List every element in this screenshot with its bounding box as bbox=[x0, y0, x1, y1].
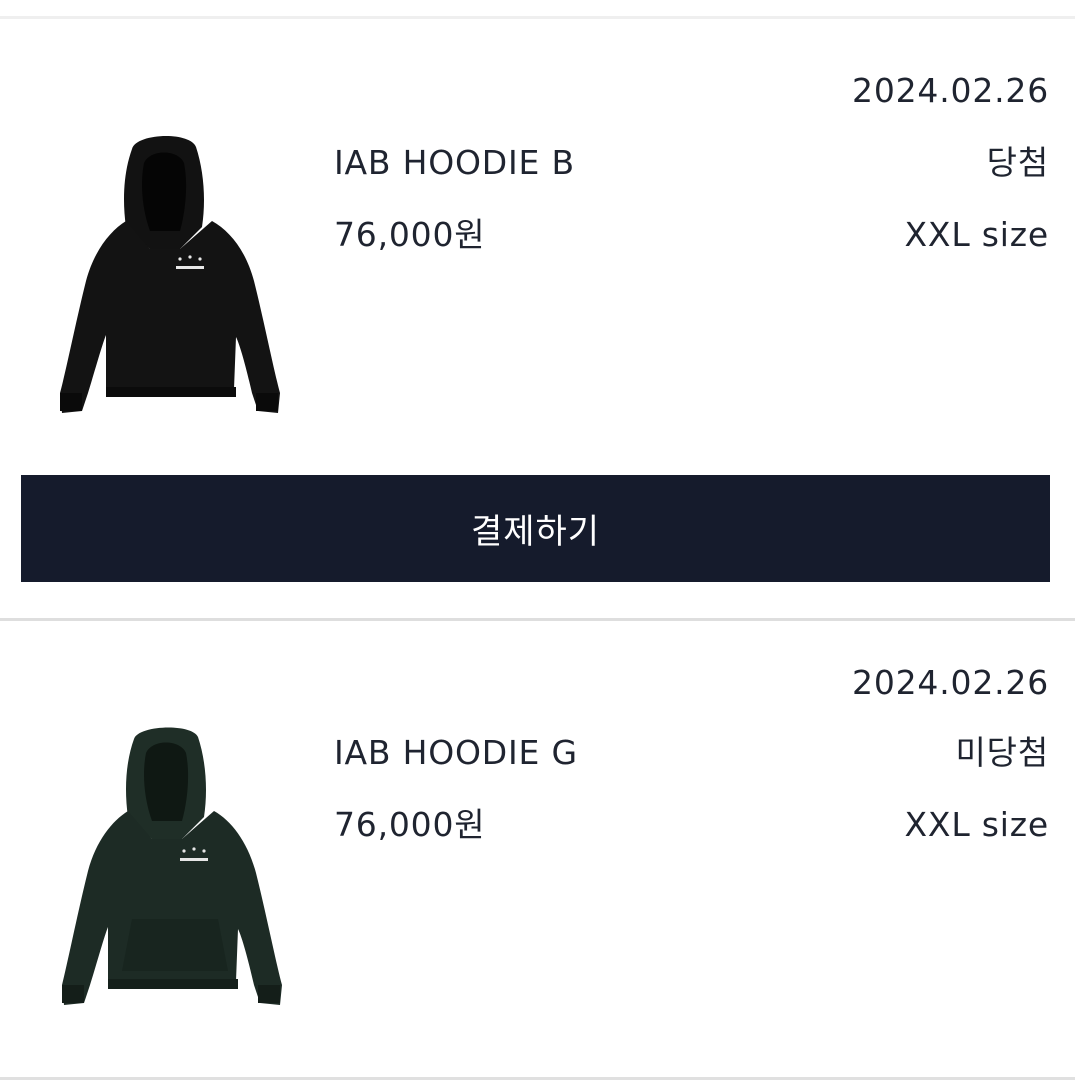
product-image[interactable] bbox=[40, 723, 290, 1023]
product-price: 76,000원 bbox=[334, 215, 486, 254]
product-image[interactable] bbox=[40, 131, 290, 431]
product-name[interactable]: IAB HOODIE B bbox=[334, 143, 575, 183]
hoodie-icon bbox=[60, 135, 280, 413]
order-list-page: 2024.02.26 IAB HOODIE B 당첨 76,000원 XXL s… bbox=[0, 0, 1081, 1081]
product-price: 76,000원 bbox=[334, 805, 486, 844]
bottom-divider bbox=[0, 1077, 1075, 1080]
hoodie-icon bbox=[62, 727, 282, 1005]
draw-status: 당첨 bbox=[986, 143, 1049, 182]
product-size: XXL size bbox=[904, 805, 1049, 844]
pay-button[interactable]: 결제하기 bbox=[21, 475, 1050, 582]
order-card: 2024.02.26 IAB HOODIE B 당첨 76,000원 XXL s… bbox=[0, 19, 1081, 618]
order-date: 2024.02.26 bbox=[852, 663, 1049, 702]
draw-status: 미당첨 bbox=[955, 733, 1049, 772]
product-name[interactable]: IAB HOODIE G bbox=[334, 733, 578, 773]
order-date: 2024.02.26 bbox=[852, 71, 1049, 110]
product-size: XXL size bbox=[904, 215, 1049, 254]
order-card: 2024.02.26 IAB HOODIE G 미당첨 76,000원 XXL … bbox=[0, 621, 1081, 1077]
